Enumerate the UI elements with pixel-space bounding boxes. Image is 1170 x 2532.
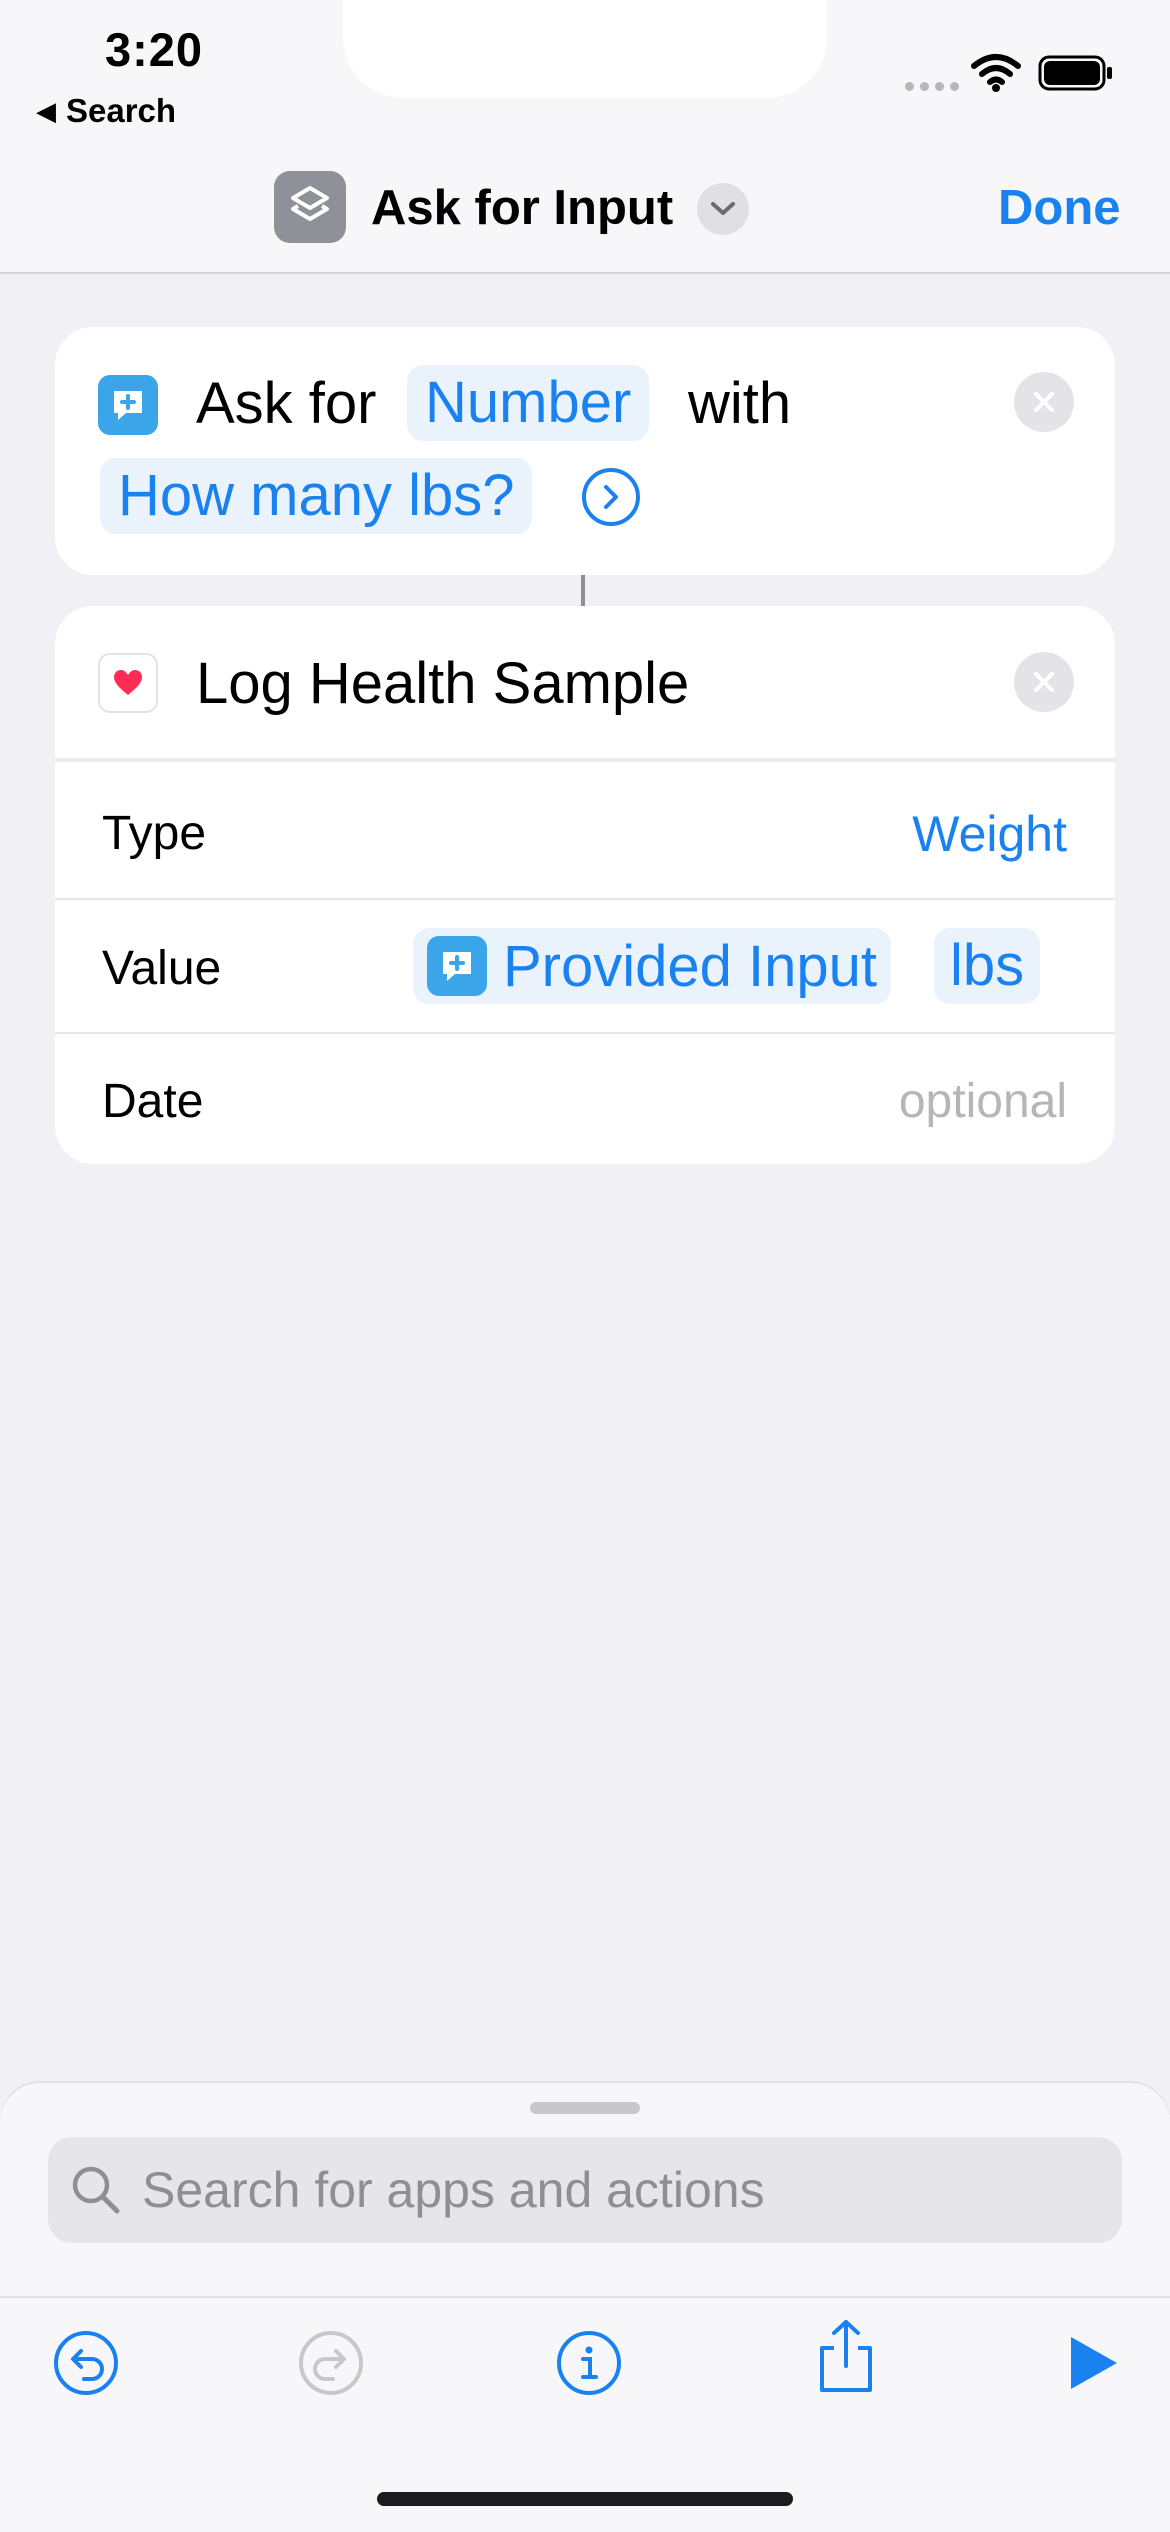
date-label: Date — [102, 1075, 204, 1128]
shortcuts-layers-icon[interactable] — [274, 171, 346, 243]
value-label: Value — [102, 942, 222, 995]
cellular-dots-icon — [905, 82, 959, 91]
chevron-down-icon[interactable] — [697, 183, 749, 235]
heart-icon — [98, 653, 158, 713]
shortcut-title[interactable]: Ask for Input — [371, 180, 673, 236]
unit-token[interactable]: lbs — [934, 928, 1041, 1004]
close-icon[interactable] — [1014, 652, 1074, 712]
message-plus-icon — [98, 375, 158, 435]
search-input[interactable] — [140, 2160, 1044, 2220]
battery-icon — [1038, 55, 1112, 91]
prompt-token[interactable]: How many lbs? — [100, 458, 533, 534]
type-value[interactable]: Weight — [912, 805, 1067, 863]
provided-input-variable[interactable]: Provided Input — [413, 928, 892, 1004]
chevron-right-circle-icon[interactable] — [582, 468, 640, 526]
back-link-label: Search — [66, 92, 177, 129]
search-icon — [72, 2166, 120, 2214]
home-indicator — [377, 2492, 793, 2506]
message-plus-icon — [427, 936, 487, 996]
back-triangle-icon: ◀ — [36, 95, 56, 126]
type-label: Type — [102, 807, 207, 860]
input-type-token[interactable]: Number — [407, 365, 650, 441]
device-notch — [343, 0, 827, 98]
action-connector-line — [581, 575, 585, 606]
toolbar-divider — [0, 2296, 1170, 2298]
ask-for-label: Ask for — [196, 371, 377, 436]
play-icon[interactable] — [1055, 2325, 1131, 2401]
search-input-container[interactable] — [48, 2137, 1122, 2243]
close-icon[interactable] — [1014, 372, 1074, 432]
date-placeholder[interactable]: optional — [899, 1074, 1067, 1129]
done-button[interactable]: Done — [998, 180, 1121, 236]
with-label: with — [688, 371, 792, 436]
sheet-grabber[interactable] — [530, 2102, 640, 2114]
log-health-sample-title: Log Health Sample — [196, 651, 690, 716]
undo-icon[interactable] — [48, 2325, 124, 2401]
redo-icon[interactable] — [293, 2325, 369, 2401]
wifi-icon — [971, 54, 1021, 92]
provided-input-label: Provided Input — [503, 933, 878, 999]
back-to-search-link[interactable]: ◀ Search — [36, 92, 176, 130]
status-time: 3:20 — [105, 23, 204, 76]
info-icon[interactable] — [551, 2325, 627, 2401]
share-icon[interactable] — [808, 2318, 884, 2394]
